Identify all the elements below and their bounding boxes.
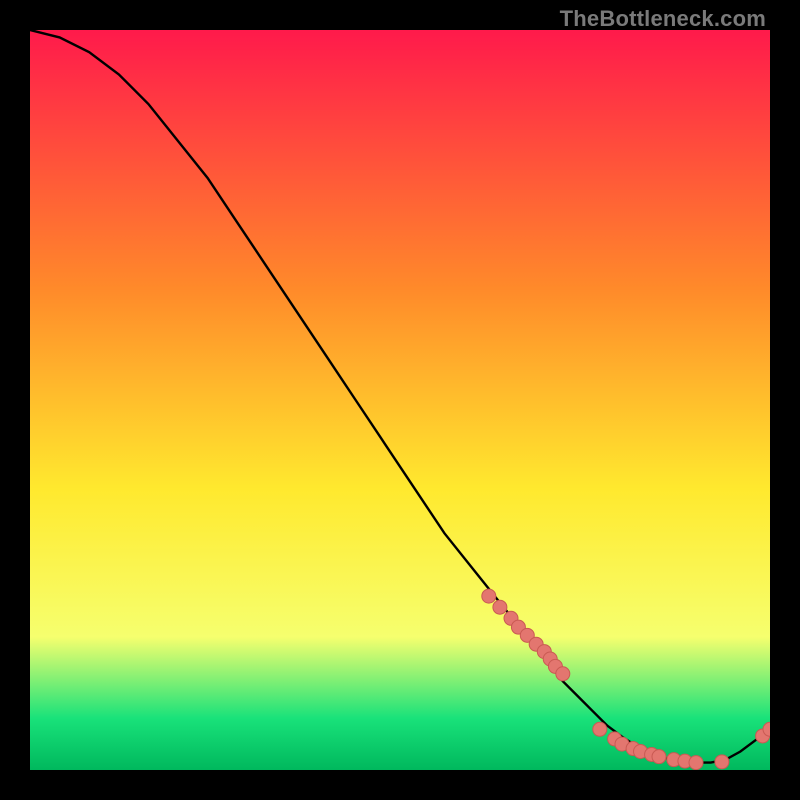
watermark-text: TheBottleneck.com xyxy=(560,6,766,32)
chart-svg xyxy=(30,30,770,770)
data-point xyxy=(689,756,703,770)
data-point xyxy=(482,589,496,603)
data-point xyxy=(593,722,607,736)
data-point xyxy=(715,755,729,769)
data-point xyxy=(652,750,666,764)
chart-frame xyxy=(30,30,770,770)
chart-background xyxy=(30,30,770,770)
data-point xyxy=(493,600,507,614)
data-point xyxy=(556,667,570,681)
